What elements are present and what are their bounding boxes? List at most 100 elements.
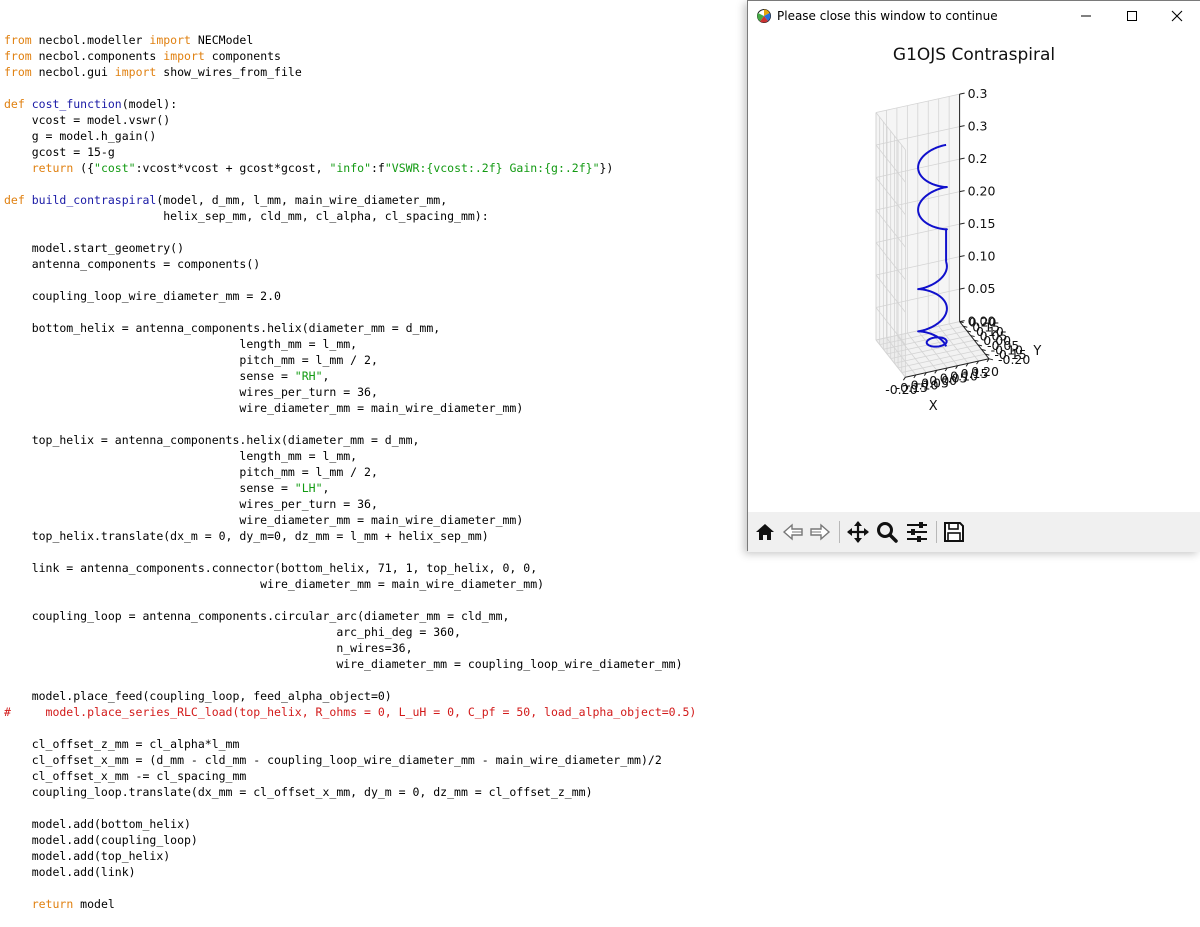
toolbar-separator: [936, 521, 937, 543]
code-token: model.add(top_helix): [4, 849, 171, 863]
code-token: cl_offset_z_mm = cl_alpha*l_mm: [4, 737, 240, 751]
code-token: sense =: [4, 481, 295, 495]
code-token: import: [114, 65, 157, 79]
code-line: antenna_components = components(): [4, 256, 261, 272]
code-line: sense = "LH",: [4, 480, 329, 496]
code-line: pitch_mm = l_mm / 2,: [4, 464, 378, 480]
code-line: arc_phi_deg = 360,: [4, 624, 461, 640]
code-token: from: [4, 65, 32, 79]
pan-icon: [847, 521, 869, 543]
code-line: cl_offset_x_mm = (d_mm - cld_mm - coupli…: [4, 752, 662, 768]
close-icon: [1171, 10, 1183, 22]
code-line: cl_offset_z_mm = cl_alpha*l_mm: [4, 736, 240, 752]
code-line: return model: [4, 896, 115, 912]
code-line: cl_offset_x_mm -= cl_spacing_mm: [4, 768, 247, 784]
z-tick-label: 0.00: [968, 314, 996, 329]
forward-icon: [810, 523, 831, 541]
code-line: def build_contraspiral(model, d_mm, l_mm…: [4, 192, 447, 208]
matplotlib-toolbar: [748, 512, 1200, 552]
window-titlebar[interactable]: Please close this window to continue: [748, 1, 1200, 31]
z-tick: [959, 190, 965, 193]
code-line: sense = "RH",: [4, 368, 329, 384]
code-token: from: [4, 49, 32, 63]
configure-button[interactable]: [905, 520, 929, 544]
z-tick-label: 0.3: [968, 86, 988, 101]
code-token: coupling_loop.translate(dx_mm = cl_offse…: [4, 785, 593, 799]
code-token: cl_offset_x_mm -= cl_spacing_mm: [4, 769, 247, 783]
code-token: model.add(link): [4, 865, 136, 879]
code-line: length_mm = l_mm,: [4, 336, 357, 352]
z-tick: [959, 255, 965, 258]
code-line: wire_diameter_mm = coupling_loop_wire_di…: [4, 656, 683, 672]
pan-button[interactable]: [846, 520, 870, 544]
code-token: model.place_feed(coupling_loop, feed_alp…: [4, 689, 392, 703]
code-token: bottom_helix = antenna_components.helix(…: [4, 321, 441, 335]
minimize-button[interactable]: [1063, 1, 1109, 31]
maximize-icon: [1127, 11, 1137, 21]
code-token: pitch_mm = l_mm / 2,: [4, 353, 378, 367]
code-token: :vcost*vcost + gcost*gcost,: [135, 161, 330, 175]
code-line: model.place_feed(coupling_loop, feed_alp…: [4, 688, 392, 704]
code-token: top_helix = antenna_components.helix(dia…: [4, 433, 420, 447]
code-line: def cost_function(model):: [4, 96, 177, 112]
z-tick-label: 0.3: [968, 119, 988, 134]
code-token: "LH": [294, 481, 323, 495]
z-tick: [959, 287, 965, 290]
plot-window[interactable]: Please close this window to continue G1O…: [747, 0, 1200, 552]
3d-plot-canvas[interactable]: -0.20-0.15-0.10-0.050.000.050.100.150.20…: [748, 71, 1200, 511]
code-line: model.add(link): [4, 864, 136, 880]
code-token: length_mm = l_mm,: [4, 337, 358, 351]
home-button[interactable]: [753, 520, 777, 544]
z-tick-label: 0.05: [968, 281, 996, 296]
back-button[interactable]: [781, 520, 805, 544]
z-tick: [959, 92, 965, 95]
code-line: model.add(top_helix): [4, 848, 170, 864]
code-line: coupling_loop.translate(dx_mm = cl_offse…: [4, 784, 593, 800]
code-token: NECModel: [190, 33, 254, 47]
code-token: cl_offset_x_mm = (d_mm - cld_mm - coupli…: [4, 753, 662, 767]
z-tick-label: 0.2: [968, 151, 988, 166]
code-line: wires_per_turn = 36,: [4, 496, 378, 512]
code-line: from necbol.components import components: [4, 48, 281, 64]
code-token: pitch_mm = l_mm / 2,: [4, 465, 378, 479]
code-line: wires_per_turn = 36,: [4, 384, 377, 400]
y-axis-label: Y: [1032, 344, 1041, 359]
code-line: model.add(coupling_loop): [4, 832, 198, 848]
code-token: coupling_loop_wire_diameter_mm = 2.0: [4, 289, 281, 303]
code-token: }): [599, 161, 614, 175]
code-line: coupling_loop = antenna_components.circu…: [4, 608, 510, 624]
window-title: Please close this window to continue: [777, 9, 998, 23]
close-button[interactable]: [1154, 1, 1200, 31]
code-line: wire_diameter_mm = main_wire_diameter_mm…: [4, 576, 544, 592]
code-token: import: [149, 33, 191, 47]
code-token: wire_diameter_mm = coupling_loop_wire_di…: [4, 657, 683, 671]
configure-icon: [907, 522, 927, 542]
code-token: (model):: [121, 97, 178, 111]
minimize-icon: [1081, 15, 1091, 17]
code-token: model.add(bottom_helix): [4, 817, 191, 831]
code-line: gcost = 15-g: [4, 144, 115, 160]
y-tick: [988, 358, 994, 361]
code-token: model: [73, 897, 115, 911]
save-button[interactable]: [942, 520, 966, 544]
code-token: return: [31, 161, 74, 175]
code-token: def: [4, 193, 25, 207]
code-token: def: [4, 97, 25, 111]
code-token: wires_per_turn = 36,: [4, 497, 378, 511]
code-token: necbol.gui: [31, 65, 115, 79]
code-line: model.add(bottom_helix): [4, 816, 191, 832]
code-token: antenna_components = components(): [4, 257, 261, 271]
code-token: "cost": [94, 161, 136, 175]
zoom-button[interactable]: [875, 520, 899, 544]
code-token: model.add(coupling_loop): [4, 833, 198, 847]
zoom-icon: [877, 522, 898, 543]
code-line: length_mm = l_mm,: [4, 448, 357, 464]
save-icon: [944, 522, 964, 542]
forward-button[interactable]: [808, 520, 832, 544]
maximize-button[interactable]: [1109, 1, 1155, 31]
code-line: helix_sep_mm, cld_mm, cl_alpha, cl_spaci…: [4, 208, 488, 224]
code-line: n_wires=36,: [4, 640, 412, 656]
code-line: link = antenna_components.connector(bott…: [4, 560, 537, 576]
